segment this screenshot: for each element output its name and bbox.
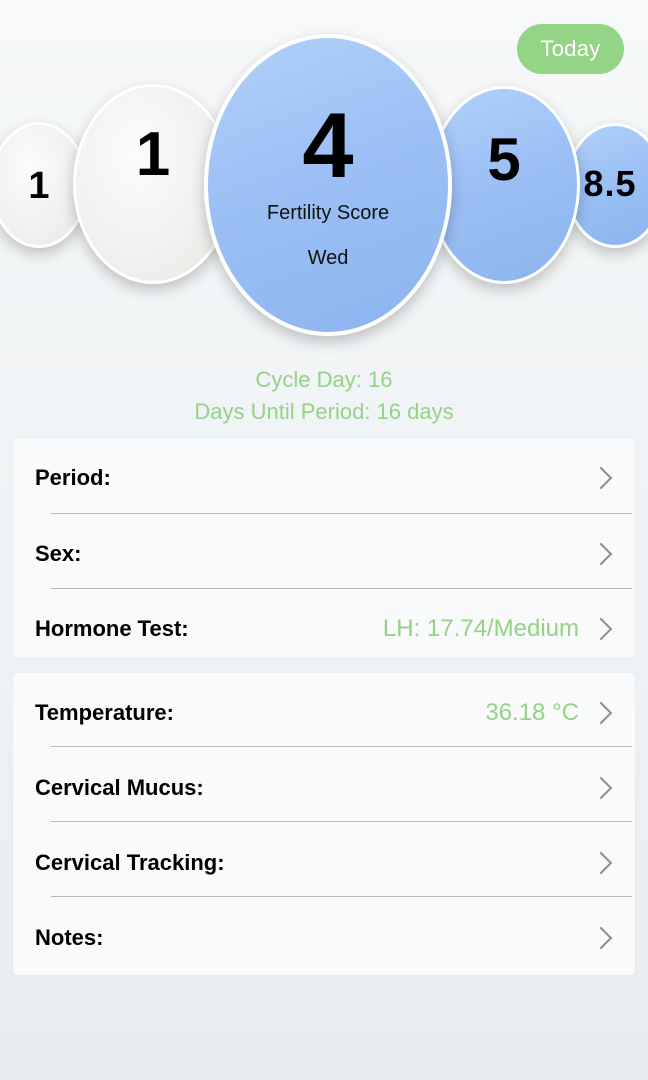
divider [51,746,632,747]
score-value: 1 [135,119,171,189]
chevron-right-icon [589,701,613,724]
score-bubble-selected[interactable]: 4 Fertility Score Wed [204,34,452,336]
temperature-value: 36.18 °C [485,698,579,726]
score-value: 1 [28,164,50,207]
days-until-period-text: Days Until Period: 16 days [194,399,454,424]
divider [51,588,632,589]
chevron-right-icon [589,776,613,799]
log-card-secondary: Temperature: 36.18 °C Cervical Mucus: Ce… [13,673,635,975]
row-label: Sex: [35,540,82,566]
row-label: Hormone Test: [35,615,189,641]
row-label: Notes: [35,924,104,950]
chevron-right-icon [589,617,613,640]
selected-day-label: Wed [307,247,349,269]
divider [51,513,632,514]
chevron-right-icon [589,466,613,489]
row-label: Cervical Tracking: [35,849,225,875]
divider [51,896,632,897]
divider [51,821,632,822]
row-cervical-tracking[interactable]: Cervical Tracking: [13,825,635,900]
chevron-right-icon [589,926,613,949]
row-period[interactable]: Period: [13,440,635,515]
cycle-info: Cycle Day: 16 Days Until Period: 16 days [0,364,648,428]
row-label: Temperature: [35,699,174,725]
row-hormone-test[interactable]: Hormone Test: LH: 17.74/Medium [13,591,635,666]
hormone-test-value: LH: 17.74/Medium [382,614,579,642]
fertility-score-value: 4 [302,95,354,197]
row-notes[interactable]: Notes: [13,900,635,975]
row-label: Cervical Mucus: [35,774,204,800]
fertility-screen: Today 1 1 5 8.5 4 Fertility Score Wed Cy… [0,0,648,1080]
chevron-right-icon [589,851,613,874]
row-temperature[interactable]: Temperature: 36.18 °C [13,675,635,750]
cycle-day-text: Cycle Day: 16 [255,367,393,392]
row-sex[interactable]: Sex: [13,516,635,591]
chevron-right-icon [589,542,613,565]
today-button[interactable]: Today [517,24,624,74]
row-label: Period: [35,464,111,490]
log-card-primary: Period: Sex: Hormone Test: LH: 17.74/Med… [13,438,635,658]
row-cervical-mucus[interactable]: Cervical Mucus: [13,750,635,825]
score-value: 5 [487,125,521,193]
score-value: 8.5 [583,162,637,204]
fertility-score-label: Fertility Score [266,202,390,224]
